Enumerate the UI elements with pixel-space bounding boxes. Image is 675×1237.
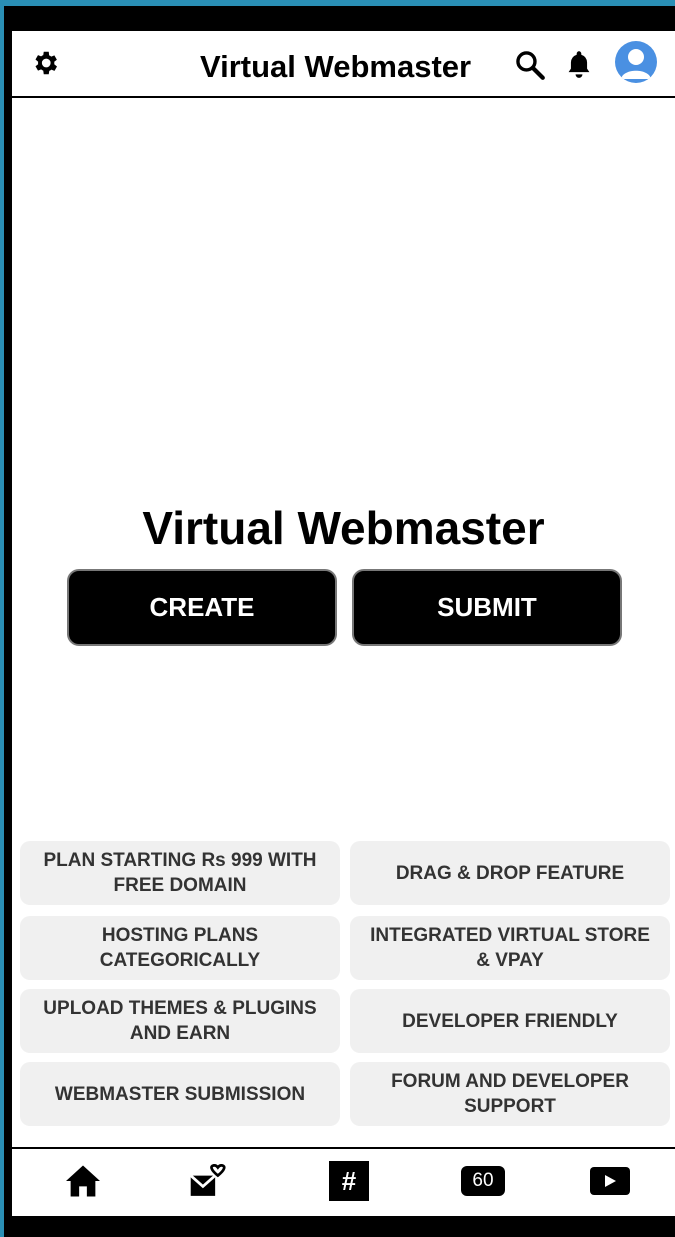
gear-icon[interactable] <box>28 46 62 80</box>
user-avatar-icon[interactable] <box>615 41 657 83</box>
feature-virtual-store[interactable]: INTEGRATED VIRTUAL STORE & VPAY <box>350 916 670 980</box>
sixty-label: 60 <box>461 1166 505 1196</box>
app-screen: Virtual Webmaster Virtual Webmaster CREA… <box>12 31 675 1216</box>
app-title: Virtual Webmaster <box>200 49 472 84</box>
app-header: Virtual Webmaster <box>12 31 675 98</box>
feature-forum-support[interactable]: FORUM AND DEVELOPER SUPPORT <box>350 1062 670 1126</box>
sixty-icon[interactable]: 60 <box>458 1161 508 1201</box>
hero-title: Virtual Webmaster <box>142 502 545 554</box>
play-icon[interactable] <box>585 1161 635 1201</box>
frame-top <box>0 0 675 6</box>
hashtag-label: # <box>329 1161 369 1201</box>
bottom-nav: # 60 <box>12 1147 675 1216</box>
feature-plan-pricing[interactable]: PLAN STARTING Rs 999 WITH FREE DOMAIN <box>20 841 340 905</box>
home-icon[interactable] <box>58 1161 108 1201</box>
submit-button[interactable]: SUBMIT <box>352 569 622 646</box>
feature-hosting-plans[interactable]: HOSTING PLANS CATEGORICALLY <box>20 916 340 980</box>
feature-webmaster-submission[interactable]: WEBMASTER SUBMISSION <box>20 1062 340 1126</box>
mail-heart-icon[interactable] <box>182 1161 232 1201</box>
hashtag-icon[interactable]: # <box>324 1161 374 1201</box>
play-box <box>590 1167 630 1195</box>
create-button[interactable]: CREATE <box>67 569 337 646</box>
feature-developer-friendly[interactable]: DEVELOPER FRIENDLY <box>350 989 670 1053</box>
feature-drag-drop[interactable]: DRAG & DROP FEATURE <box>350 841 670 905</box>
feature-upload-themes[interactable]: UPLOAD THEMES & PLUGINS AND EARN <box>20 989 340 1053</box>
search-icon[interactable] <box>512 47 548 83</box>
bell-icon[interactable] <box>562 47 596 81</box>
frame-left <box>0 0 4 1237</box>
